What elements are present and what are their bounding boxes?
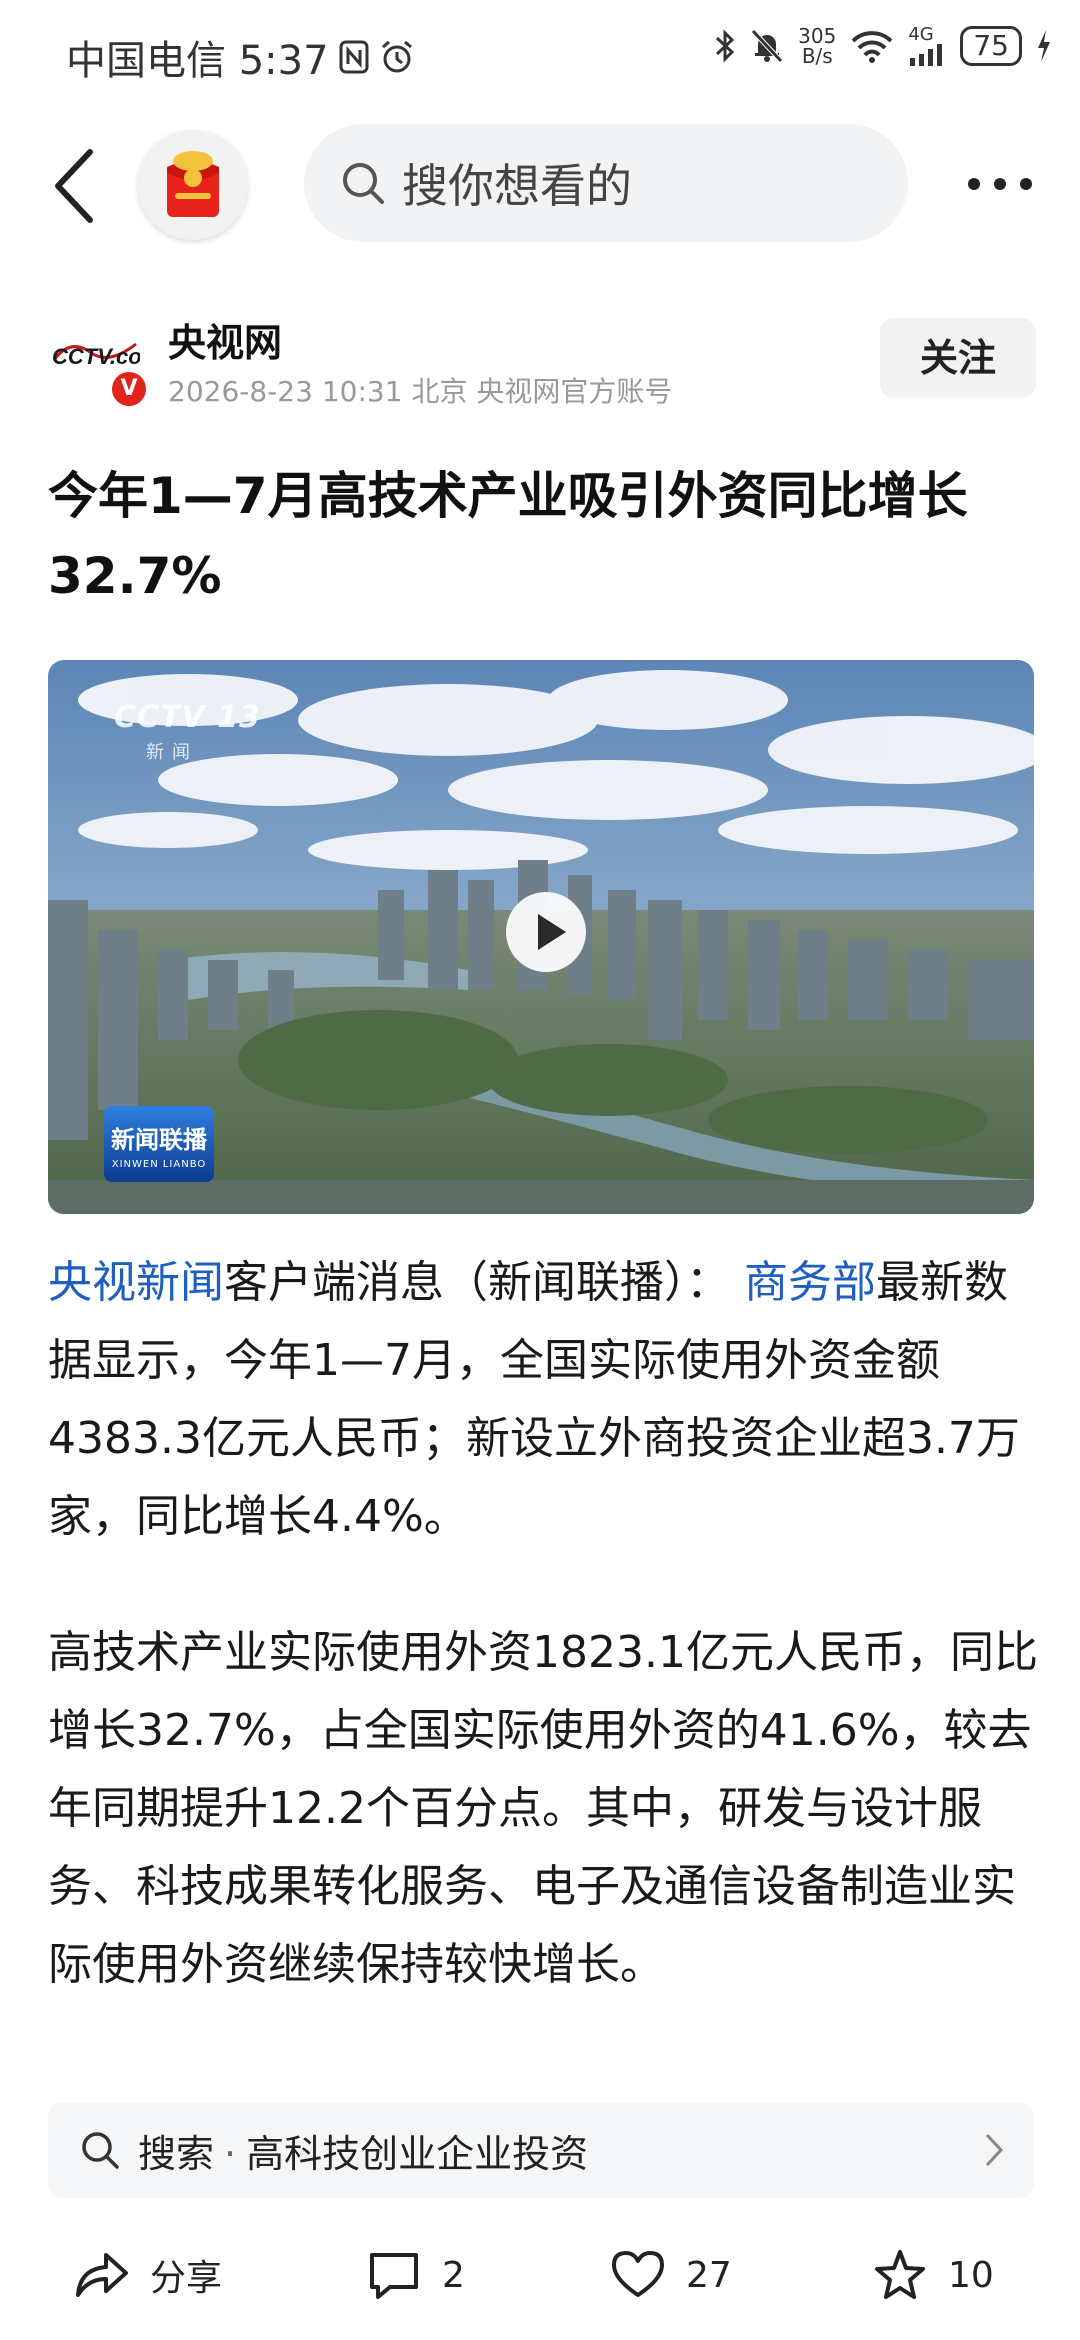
red-envelope-icon <box>167 151 219 217</box>
search-placeholder: 搜你想看的 <box>402 159 632 213</box>
charging-icon <box>1038 30 1050 62</box>
svg-text:CCTV.com: CCTV.com <box>52 344 140 369</box>
battery-indicator: 75 <box>960 26 1022 66</box>
carrier-time: 中国电信 5:37 <box>66 38 329 84</box>
nfc-icon <box>339 40 369 74</box>
network-speed-unit: B/s <box>801 44 833 68</box>
cell-signal: 4G <box>908 26 946 66</box>
comment-icon <box>370 2253 418 2299</box>
search-icon <box>82 2132 119 2169</box>
back-icon[interactable] <box>52 148 96 224</box>
search-icon <box>343 163 384 204</box>
comment-count: 2 <box>442 2254 465 2296</box>
program-badge: 新闻联播 XINWEN LIANBO <box>104 1106 214 1182</box>
wifi-icon <box>851 31 893 63</box>
comment-button[interactable]: 2 <box>366 2240 465 2310</box>
follow-button[interactable]: 关注 <box>880 318 1036 398</box>
heart-icon <box>612 2251 664 2297</box>
related-search-separator: · <box>224 2131 237 2176</box>
author-meta: 2026-8-23 10:31 北京 央视网官方账号 <box>168 370 672 410</box>
link-ministry-of-commerce[interactable]: 商务部 <box>744 1257 876 1308</box>
channel-watermark-sub: 新闻 <box>146 742 198 763</box>
favorite-button[interactable]: 10 <box>872 2240 994 2310</box>
app-logo[interactable] <box>138 130 248 240</box>
article-paragraph-1: 央视新闻客户端消息（新闻联播）： 商务部最新数据显示，今年1—7月，全国实际使用… <box>48 1244 1038 1556</box>
favorite-count: 10 <box>948 2254 994 2296</box>
post-location: 北京 <box>411 375 468 408</box>
video-player[interactable]: CCTV 13 新闻 新闻联播 XINWEN LIANBO <box>48 660 1034 1214</box>
related-search[interactable]: 搜索 · 高科技创业企业投资 <box>48 2102 1034 2198</box>
network-speed: 305 B/s <box>798 26 836 66</box>
paragraph-1-text-a: 客户端消息（新闻联播）： <box>224 1257 730 1308</box>
mute-bell-icon <box>751 29 783 63</box>
program-badge-pinyin: XINWEN LIANBO <box>111 1159 207 1170</box>
share-button[interactable]: 分享 <box>74 2240 222 2310</box>
verified-badge-icon: V <box>112 372 146 406</box>
star-icon <box>875 2250 925 2299</box>
like-button[interactable]: 27 <box>610 2240 732 2310</box>
article-paragraph-2: 高技术产业实际使用外资1823.1亿元人民币，同比增长32.7%，占全国实际使用… <box>48 1627 1038 1990</box>
search-box[interactable]: 搜你想看的 <box>304 124 908 242</box>
share-label: 分享 <box>150 2258 223 2299</box>
post-date: 2026-8-23 <box>168 375 313 408</box>
article-title: 今年1—7月高技术产业吸引外资同比增长32.7% <box>48 467 968 605</box>
signal-bars-icon <box>910 44 943 66</box>
link-cctv-news[interactable]: 央视新闻 <box>48 1257 224 1308</box>
share-icon <box>76 2253 128 2297</box>
account-type: 央视网官方账号 <box>476 375 673 408</box>
author-name[interactable]: 央视网 <box>168 312 282 367</box>
related-search-text: 搜索 · 高科技创业企业投资 <box>138 2123 588 2178</box>
post-time: 10:31 <box>321 375 403 408</box>
play-icon[interactable] <box>506 892 586 972</box>
program-badge-title: 新闻联播 <box>111 1126 207 1154</box>
bluetooth-icon <box>716 29 735 63</box>
alarm-icon <box>381 40 412 73</box>
channel-watermark: CCTV 13 <box>114 700 261 735</box>
like-count: 27 <box>686 2254 732 2296</box>
more-options-icon[interactable] <box>964 166 1036 202</box>
network-speed-value: 305 <box>798 24 837 48</box>
related-search-query: 高科技创业企业投资 <box>246 2131 589 2176</box>
status-right: 305 B/s 4G 75 <box>714 26 1052 66</box>
network-type: 4G <box>908 24 934 45</box>
chevron-right-icon <box>985 2133 1004 2167</box>
related-search-prefix: 搜索 <box>138 2131 215 2176</box>
status-left: 中国电信 5:37 <box>66 28 415 86</box>
status-bar: 中国电信 5:37 305 B/s 4G 75 <box>0 0 1080 110</box>
